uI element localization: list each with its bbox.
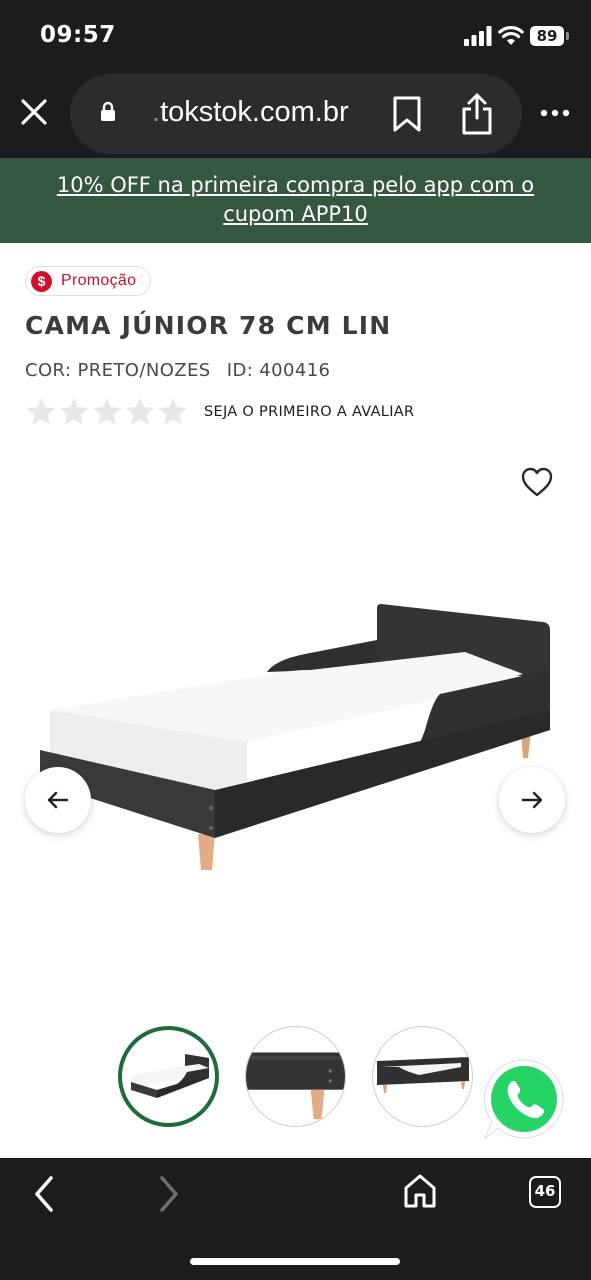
- star-icon[interactable]: [58, 396, 90, 428]
- product-title: CAMA JÚNIOR 78 CM LIN: [25, 311, 392, 340]
- first-review-link[interactable]: SEJA O PRIMEIRO A AVALIAR: [204, 404, 414, 420]
- next-image-button[interactable]: [499, 767, 565, 833]
- thumbnail-strip: [118, 1026, 473, 1127]
- bed-detail-thumbnail-image: [246, 1052, 345, 1120]
- status-bar: 09:57 89: [0, 0, 591, 72]
- star-icon[interactable]: [124, 396, 156, 428]
- cellular-signal-icon: [464, 26, 492, 46]
- previous-image-button[interactable]: [25, 767, 91, 833]
- back-chevron-icon[interactable]: [28, 1174, 60, 1214]
- arrow-right-icon: [521, 791, 543, 809]
- promotion-badge: $ Promoção: [25, 266, 152, 296]
- thumbnail-3[interactable]: [372, 1026, 473, 1127]
- promo-banner-link[interactable]: 10% OFF na primeira compra pelo app com …: [0, 158, 591, 243]
- tabs-count-button[interactable]: 46: [529, 1176, 561, 1208]
- bed-thumbnail-image: [130, 1053, 209, 1098]
- dollar-icon: $: [31, 270, 52, 292]
- star-icon[interactable]: [25, 396, 57, 428]
- battery-tip: [566, 32, 569, 40]
- lock-icon: [101, 101, 115, 121]
- star-icon[interactable]: [157, 396, 189, 428]
- home-icon[interactable]: [402, 1172, 438, 1210]
- wifi-icon: [498, 26, 524, 45]
- url-domain: tokstok.com.br: [160, 96, 349, 128]
- favorite-heart-icon[interactable]: [520, 466, 554, 498]
- address-bar[interactable]: .tokstok.com.br: [70, 74, 522, 154]
- share-icon[interactable]: [460, 92, 494, 136]
- promotion-badge-label: Promoção: [61, 272, 137, 289]
- product-color: COR: PRETO/NOZES: [25, 360, 211, 381]
- url-text: .tokstok.com.br: [152, 96, 349, 129]
- browser-bottom-bar: 46: [0, 1158, 591, 1280]
- status-time: 09:57: [40, 22, 116, 48]
- product-image: [40, 604, 550, 870]
- product-id: ID: 400416: [226, 360, 331, 381]
- close-tab-button[interactable]: [18, 96, 50, 128]
- whatsapp-chat-button[interactable]: [481, 1056, 567, 1142]
- more-options-icon[interactable]: [540, 108, 570, 118]
- product-meta: COR: PRETO/NOZES ID: 400416: [25, 360, 340, 381]
- forward-chevron-icon[interactable]: [153, 1174, 185, 1214]
- thumbnail-1[interactable]: [118, 1026, 219, 1127]
- home-indicator: [190, 1258, 400, 1265]
- url-faded: .: [152, 96, 161, 128]
- browser-toolbar: .tokstok.com.br: [0, 72, 591, 158]
- rating-stars[interactable]: [25, 396, 189, 428]
- bookmark-icon[interactable]: [392, 95, 422, 133]
- thumbnail-2[interactable]: [245, 1026, 346, 1127]
- battery-indicator: 89: [530, 26, 564, 46]
- bed-side-thumbnail-image: [376, 1056, 469, 1093]
- star-icon[interactable]: [91, 396, 123, 428]
- arrow-left-icon: [47, 791, 69, 809]
